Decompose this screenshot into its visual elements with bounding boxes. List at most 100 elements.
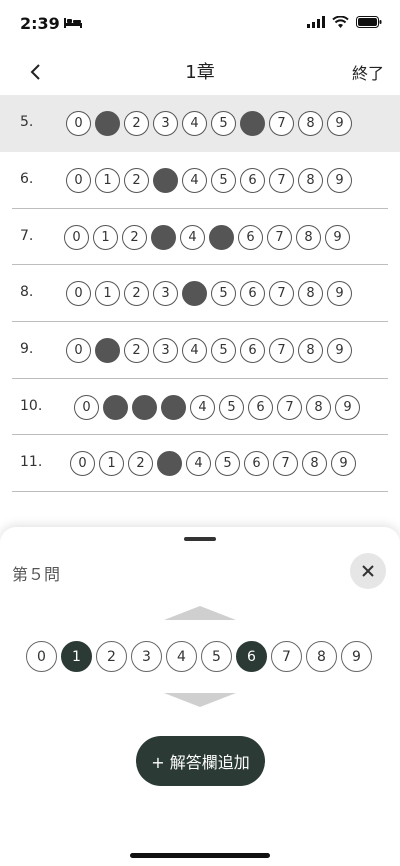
answer-bubble[interactable]: 3	[153, 281, 178, 307]
answer-choice-bubble[interactable]: 7	[271, 641, 302, 672]
answer-choice-bubble[interactable]: 0	[26, 641, 57, 672]
answer-bubble[interactable]: 5	[211, 281, 236, 307]
answer-bubble[interactable]: 1	[95, 111, 120, 136]
question-row[interactable]: 7. 0123456789	[12, 209, 388, 266]
answer-bubble[interactable]: 6	[240, 281, 265, 307]
answer-bubble[interactable]: 6	[240, 338, 265, 364]
answer-bubble[interactable]: 6	[240, 168, 265, 193]
answer-bubble[interactable]: 7	[269, 338, 294, 364]
answer-choice-bubble[interactable]: 5	[201, 641, 232, 672]
answer-bubble[interactable]: 1	[95, 281, 120, 307]
answer-bubble[interactable]: 0	[64, 224, 89, 250]
answer-choice-bubble[interactable]: 1	[61, 641, 92, 672]
answer-bubble[interactable]: 9	[335, 394, 360, 420]
previous-question-arrow-icon[interactable]	[164, 606, 236, 620]
answer-bubble[interactable]: 3	[161, 394, 186, 420]
answer-bubble[interactable]: 0	[66, 111, 91, 136]
answer-bubble[interactable]: 0	[66, 338, 91, 364]
answer-bubble[interactable]: 7	[269, 111, 294, 136]
answer-bubble[interactable]: 2	[124, 111, 149, 136]
wifi-icon	[332, 16, 349, 28]
answer-bubble[interactable]: 0	[66, 168, 91, 193]
answer-bubble[interactable]: 4	[182, 281, 207, 307]
answer-bubbles: 0123456789	[70, 451, 356, 477]
answer-bubbles: 0123456789	[64, 224, 350, 250]
answer-bubble[interactable]: 4	[186, 451, 211, 477]
question-number: 6.	[20, 171, 34, 187]
answer-bubble[interactable]: 8	[296, 224, 321, 250]
answer-bubble[interactable]: 3	[153, 111, 178, 136]
answer-bubble[interactable]: 8	[302, 451, 327, 477]
answer-bubble[interactable]: 1	[103, 394, 128, 420]
question-row[interactable]: 9. 0123456789	[12, 322, 388, 379]
answer-choice-bubble[interactable]: 2	[96, 641, 127, 672]
answer-bubble[interactable]: 8	[298, 111, 323, 136]
answer-bubble[interactable]: 6	[244, 451, 269, 477]
answer-bubble[interactable]: 8	[298, 168, 323, 193]
answer-bubble[interactable]: 0	[74, 394, 99, 420]
answer-bubble[interactable]: 3	[153, 338, 178, 364]
answer-bubble[interactable]: 7	[269, 168, 294, 193]
answer-bubble[interactable]: 9	[327, 111, 352, 136]
answer-bubble[interactable]: 1	[93, 224, 118, 250]
answer-bubble[interactable]: 2	[124, 281, 149, 307]
answer-bubble[interactable]: 1	[95, 168, 120, 193]
answer-bubble[interactable]: 5	[211, 168, 236, 193]
answer-bubble[interactable]: 9	[325, 224, 350, 250]
answer-bubble[interactable]: 4	[182, 168, 207, 193]
answer-choice-bubble[interactable]: 4	[166, 641, 197, 672]
answer-bubble[interactable]: 9	[331, 451, 356, 477]
answer-bubble[interactable]: 7	[273, 451, 298, 477]
answer-bubble[interactable]: 6	[248, 394, 273, 420]
answer-bubble[interactable]: 2	[124, 168, 149, 193]
answer-bubble[interactable]: 2	[122, 224, 147, 250]
answer-bubble[interactable]: 5	[209, 224, 234, 250]
status-bar: 2:39	[0, 0, 400, 48]
answer-bubble[interactable]: 2	[132, 394, 157, 420]
answer-choice-bubble[interactable]: 9	[341, 641, 372, 672]
answer-bubble[interactable]: 7	[267, 224, 292, 250]
answer-bubble[interactable]: 9	[327, 338, 352, 364]
question-row[interactable]: 6. 0123456789	[12, 152, 388, 209]
answer-bubble[interactable]: 0	[66, 281, 91, 307]
nav-bar: 1章 終了	[0, 48, 400, 94]
answer-bubble[interactable]: 0	[70, 451, 95, 477]
question-row[interactable]: 5. 0123456789	[0, 95, 400, 152]
close-button[interactable]	[350, 553, 386, 589]
answer-bubble[interactable]: 3	[157, 451, 182, 477]
question-row[interactable]: 11. 0123456789	[12, 435, 388, 493]
answer-bubble[interactable]: 1	[95, 338, 120, 364]
answer-bubble[interactable]: 5	[219, 394, 244, 420]
answer-bubble[interactable]: 3	[153, 168, 178, 193]
answer-bubble[interactable]: 4	[182, 338, 207, 364]
answer-choice-bubble[interactable]: 3	[131, 641, 162, 672]
answer-bubble[interactable]: 9	[327, 168, 352, 193]
answer-bubble[interactable]: 6	[240, 111, 265, 136]
answer-bubble[interactable]: 3	[151, 224, 176, 250]
sheet-grabber[interactable]	[184, 537, 216, 541]
answer-bubble[interactable]: 7	[277, 394, 302, 420]
answer-bubble[interactable]: 9	[327, 281, 352, 307]
answer-bubble[interactable]: 7	[269, 281, 294, 307]
answer-bubble[interactable]: 8	[306, 394, 331, 420]
answer-bubble[interactable]: 8	[298, 338, 323, 364]
answer-bubble[interactable]: 2	[128, 451, 153, 477]
question-row[interactable]: 10. 0123456789	[12, 379, 388, 436]
question-label: 第５問	[12, 565, 61, 584]
answer-bubble[interactable]: 2	[124, 338, 149, 364]
answer-bubble[interactable]: 6	[238, 224, 263, 250]
answer-bubble[interactable]: 4	[180, 224, 205, 250]
answer-bubble[interactable]: 4	[190, 394, 215, 420]
next-question-arrow-icon[interactable]	[164, 693, 236, 707]
answer-bubble[interactable]: 5	[211, 338, 236, 364]
add-answer-field-button[interactable]: + 解答欄追加	[136, 736, 265, 786]
answer-bubble[interactable]: 5	[211, 111, 236, 136]
answer-choice-bubble[interactable]: 8	[306, 641, 337, 672]
answer-choice-bubble[interactable]: 6	[236, 641, 267, 672]
answer-bubble[interactable]: 8	[298, 281, 323, 307]
question-row[interactable]: 8. 0123456789	[12, 265, 388, 323]
finish-button[interactable]: 終了	[352, 60, 384, 84]
answer-bubble[interactable]: 1	[99, 451, 124, 477]
answer-bubble[interactable]: 5	[215, 451, 240, 477]
answer-bubble[interactable]: 4	[182, 111, 207, 136]
